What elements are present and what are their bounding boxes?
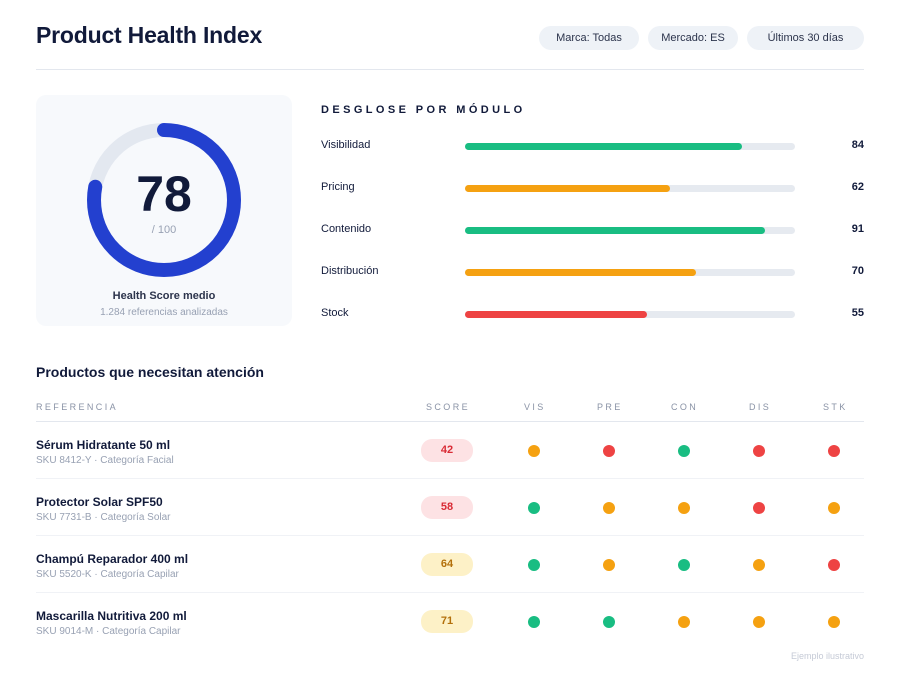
date-range-filter[interactable]: Últimos 30 días	[747, 26, 864, 50]
status-dot-stk	[828, 445, 840, 457]
status-dot-pre	[603, 559, 615, 571]
health-score-label: Health Score medio	[112, 290, 216, 302]
module-row-pricing: Pricing 62	[321, 178, 864, 198]
table-row[interactable]: Protector Solar SPF50 SKU 7731-B · Categ…	[36, 479, 864, 536]
score-badge: 58	[421, 496, 473, 519]
table-header: REFERENCIA SCORE VIS PRE CON DIS STK	[36, 393, 864, 422]
filter-bar: Marca: Todas Mercado: ES Últimos 30 días	[539, 26, 864, 50]
column-header-score: SCORE	[426, 402, 471, 412]
module-value: 84	[851, 139, 864, 151]
column-header-pre: PRE	[597, 402, 623, 412]
column-header-stk: STK	[823, 402, 848, 412]
health-score-card: 78 / 100 Health Score medio 1.284 refere…	[36, 95, 292, 326]
attention-table: REFERENCIA SCORE VIS PRE CON DIS STK Sér…	[36, 393, 864, 650]
module-row-stock: Stock 55	[321, 304, 864, 324]
product-meta: SKU 5520-K · Categoría Capilar	[36, 569, 179, 580]
table-row[interactable]: Sérum Hidratante 50 ml SKU 8412-Y · Cate…	[36, 422, 864, 479]
module-row-content: Contenido 91	[321, 220, 864, 240]
product-meta: SKU 8412-Y · Categoría Facial	[36, 455, 174, 466]
references-analyzed: 1.284 referencias analizadas	[100, 307, 228, 318]
score-badge: 71	[421, 610, 473, 633]
module-label: Pricing	[321, 181, 355, 193]
status-dot-stk	[828, 559, 840, 571]
status-dot-con	[678, 616, 690, 628]
status-dot-pre	[603, 445, 615, 457]
page-header: Product Health Index Marca: Todas Mercad…	[36, 0, 864, 70]
table-body: Sérum Hidratante 50 ml SKU 8412-Y · Cate…	[36, 422, 864, 650]
table-row[interactable]: Champú Reparador 400 ml SKU 5520-K · Cat…	[36, 536, 864, 593]
module-bar-track	[465, 269, 795, 276]
module-value: 62	[851, 181, 864, 193]
module-bar-track	[465, 227, 795, 234]
health-score-scale: / 100	[151, 224, 177, 236]
status-dot-vis	[528, 502, 540, 514]
score-badge: 64	[421, 553, 473, 576]
status-dot-con	[678, 445, 690, 457]
module-bar-track	[465, 143, 795, 150]
status-dot-con	[678, 502, 690, 514]
module-bar-fill	[465, 227, 766, 234]
status-dot-dis	[753, 616, 765, 628]
module-value: 91	[851, 223, 864, 235]
module-value: 55	[851, 307, 864, 319]
column-header-reference: REFERENCIA	[36, 402, 119, 412]
module-label: Stock	[321, 307, 349, 319]
column-header-con: CON	[671, 402, 699, 412]
module-bar-fill	[465, 269, 696, 276]
product-name[interactable]: Sérum Hidratante 50 ml	[36, 438, 170, 452]
health-score-value: 78	[136, 166, 192, 222]
module-label: Contenido	[321, 223, 372, 235]
module-bar-track	[465, 311, 795, 318]
product-name[interactable]: Protector Solar SPF50	[36, 495, 163, 509]
column-header-dis: DIS	[749, 402, 772, 412]
status-dot-pre	[603, 616, 615, 628]
status-dot-vis	[528, 559, 540, 571]
product-name[interactable]: Champú Reparador 400 ml	[36, 552, 188, 566]
product-meta: SKU 9014-M · Categoría Capilar	[36, 626, 181, 637]
module-label: Visibilidad	[321, 139, 371, 151]
module-bar-track	[465, 185, 795, 192]
column-header-vis: VIS	[524, 402, 546, 412]
status-dot-vis	[528, 616, 540, 628]
module-label: Distribución	[321, 265, 379, 277]
module-value: 70	[851, 265, 864, 277]
module-bar-fill	[465, 143, 743, 150]
market-filter[interactable]: Mercado: ES	[648, 26, 738, 50]
brand-filter[interactable]: Marca: Todas	[539, 26, 639, 50]
module-breakdown-title: DESGLOSE POR MÓDULO	[321, 104, 526, 116]
module-row-distribution: Distribución 70	[321, 262, 864, 282]
status-dot-stk	[828, 616, 840, 628]
module-bar-fill	[465, 185, 670, 192]
module-row-visibility: Visibilidad 84	[321, 136, 864, 156]
score-badge: 42	[421, 439, 473, 462]
status-dot-vis	[528, 445, 540, 457]
page-title: Product Health Index	[36, 22, 263, 48]
product-meta: SKU 7731-B · Categoría Solar	[36, 512, 171, 523]
status-dot-dis	[753, 445, 765, 457]
status-dot-dis	[753, 559, 765, 571]
footnote: Ejemplo ilustrativo	[790, 651, 864, 661]
status-dot-con	[678, 559, 690, 571]
module-bar-fill	[465, 311, 647, 318]
attention-section-title: Productos que necesitan atención	[36, 364, 264, 380]
table-row[interactable]: Mascarilla Nutritiva 200 ml SKU 9014-M ·…	[36, 593, 864, 650]
status-dot-dis	[753, 502, 765, 514]
product-name[interactable]: Mascarilla Nutritiva 200 ml	[36, 609, 187, 623]
status-dot-stk	[828, 502, 840, 514]
status-dot-pre	[603, 502, 615, 514]
